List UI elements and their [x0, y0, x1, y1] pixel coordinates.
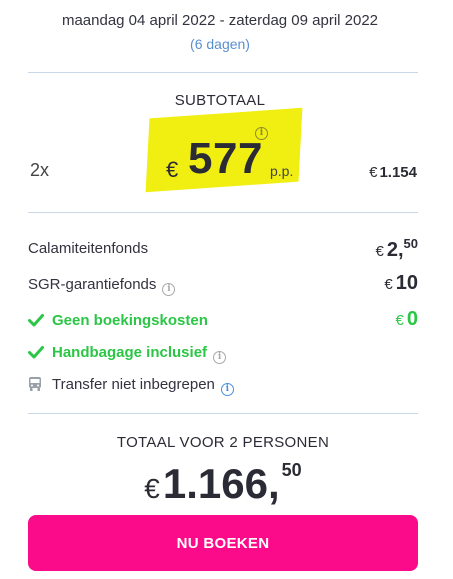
checkmark-icon — [28, 314, 44, 327]
cost-currency: € — [395, 312, 404, 329]
cost-value: 2, — [386, 239, 404, 261]
subtotal-value: 1.154 — [379, 164, 417, 181]
cost-row-booking-fee: Geen boekingskosten €0 — [28, 308, 418, 332]
cost-amount: €10 — [384, 272, 418, 295]
divider-bottom — [28, 413, 418, 414]
cost-row-sgr: SGR-garantiefonds i €10 — [28, 272, 418, 296]
price-currency: € — [166, 157, 179, 182]
divider-middle — [28, 212, 418, 213]
quantity: 2x — [30, 160, 50, 180]
feature-row-hand-luggage: Handbagage inclusief i — [28, 340, 418, 364]
cost-amount: €0 — [396, 308, 418, 331]
price-info-icon[interactable]: i — [255, 127, 268, 140]
cost-label: SGR-garantiefonds i — [28, 276, 176, 296]
feature-label: Transfer niet inbegrepen i — [52, 376, 234, 396]
cost-label: Geen boekingskosten — [52, 312, 208, 329]
subtotal-currency: € — [369, 164, 378, 181]
cost-currency: € — [384, 276, 393, 293]
feature-label: Handbagage inclusief i — [52, 344, 227, 364]
transfer-info-icon[interactable]: i — [220, 383, 234, 396]
cost-amount: €2,50 — [376, 236, 419, 262]
subtotal-heading: SUBTOTAAL — [174, 92, 266, 109]
total-value: 1.166, — [162, 460, 280, 507]
divider-top — [28, 72, 418, 73]
sgr-info-icon[interactable]: i — [162, 283, 176, 296]
cost-row-calamiteitenfonds: Calamiteitenfonds €2,50 — [28, 236, 419, 262]
total-heading: TOTAAL VOOR 2 PERSONEN — [116, 434, 330, 451]
feature-label-text: Handbagage inclusief — [52, 344, 208, 361]
book-now-button[interactable]: NU BOEKEN — [28, 515, 418, 571]
trip-duration: (6 dagen) — [190, 36, 250, 52]
subtotal-amount: €1.154 — [369, 164, 417, 181]
total-cents: 50 — [281, 460, 302, 480]
cost-value: 10 — [395, 272, 418, 294]
price-per-person-suffix: p.p. — [270, 163, 294, 179]
total-currency: € — [144, 473, 160, 504]
cost-currency: € — [375, 243, 384, 260]
checkmark-icon — [28, 346, 44, 359]
feature-label-text: Transfer niet inbegrepen — [52, 376, 215, 393]
cost-value: 0 — [406, 308, 418, 330]
bus-icon — [29, 377, 41, 391]
cost-label-text: SGR-garantiefonds — [28, 276, 157, 293]
hand-luggage-info-icon[interactable]: i — [213, 351, 227, 364]
total-amount: €1.166, 50 — [0, 460, 446, 508]
price-value: 577 — [188, 134, 263, 183]
cost-label: Calamiteitenfonds — [28, 240, 149, 257]
feature-row-transfer: Transfer niet inbegrepen i — [28, 372, 418, 396]
cost-cents: 50 — [403, 236, 418, 251]
trip-dates: maandag 04 april 2022 - zaterdag 09 apri… — [61, 12, 379, 29]
